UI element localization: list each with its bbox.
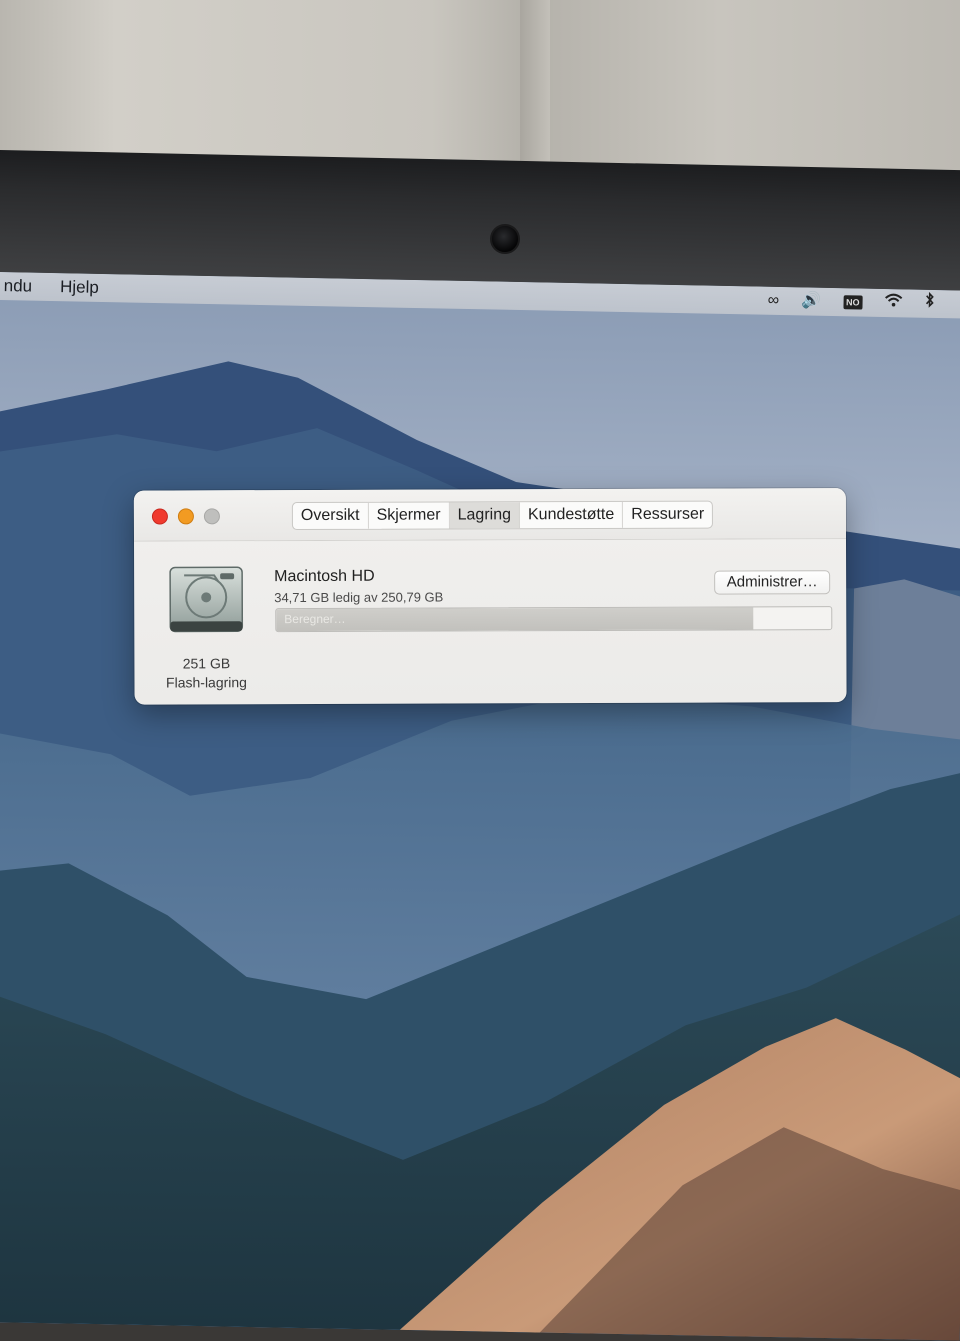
door-frame (520, 0, 550, 175)
close-button[interactable] (151, 508, 168, 525)
menu-window[interactable]: ndu (0, 276, 46, 297)
wifi-icon[interactable] (884, 289, 903, 317)
disk-type: Flash-lagring (166, 674, 247, 691)
webcam (490, 224, 520, 254)
storage-used-fill (276, 607, 754, 632)
volume-icon[interactable]: 🔊 (801, 287, 821, 315)
disk-size-label: 251 GB Flash-lagring (154, 654, 258, 692)
desktop-wallpaper (0, 272, 960, 1341)
tab-displays[interactable]: Skjermer (368, 502, 450, 529)
status-area: ∞ 🔊 NO (767, 287, 934, 318)
tab-resources[interactable]: Ressurser (623, 502, 712, 528)
tab-support[interactable]: Kundestøtte (519, 501, 624, 529)
disk-size: 251 GB (182, 655, 231, 672)
zoom-button[interactable] (203, 508, 220, 525)
about-this-mac-window: Oversikt Skjermer Lagring Kundestøtte Re… (133, 488, 847, 705)
tab-storage[interactable]: Lagring (449, 502, 521, 529)
bluetooth-icon[interactable] (924, 290, 935, 318)
storage-status-text: Beregner… (284, 611, 346, 627)
storage-usage-bar: Beregner… (275, 606, 833, 633)
disk-name: Macintosh HD (274, 567, 375, 586)
minimize-button[interactable] (177, 508, 194, 525)
menu-help[interactable]: Hjelp (46, 277, 113, 298)
tab-overview[interactable]: Oversikt (292, 502, 369, 530)
laptop-screen: ndu Hjelp ∞ 🔊 NO Oversikt Skjermer Lagri… (0, 272, 960, 1341)
hard-drive-icon (169, 566, 244, 633)
manage-button[interactable]: Administrer… (714, 570, 831, 595)
tab-bar: Oversikt Skjermer Lagring Kundestøtte Re… (291, 500, 714, 531)
disk-free-space: 34,71 GB ledig av 250,79 GB (274, 589, 444, 606)
window-titlebar: Oversikt Skjermer Lagring Kundestøtte Re… (133, 488, 847, 542)
input-source-icon[interactable]: NO (842, 295, 863, 310)
creative-cloud-icon[interactable]: ∞ (767, 287, 780, 315)
